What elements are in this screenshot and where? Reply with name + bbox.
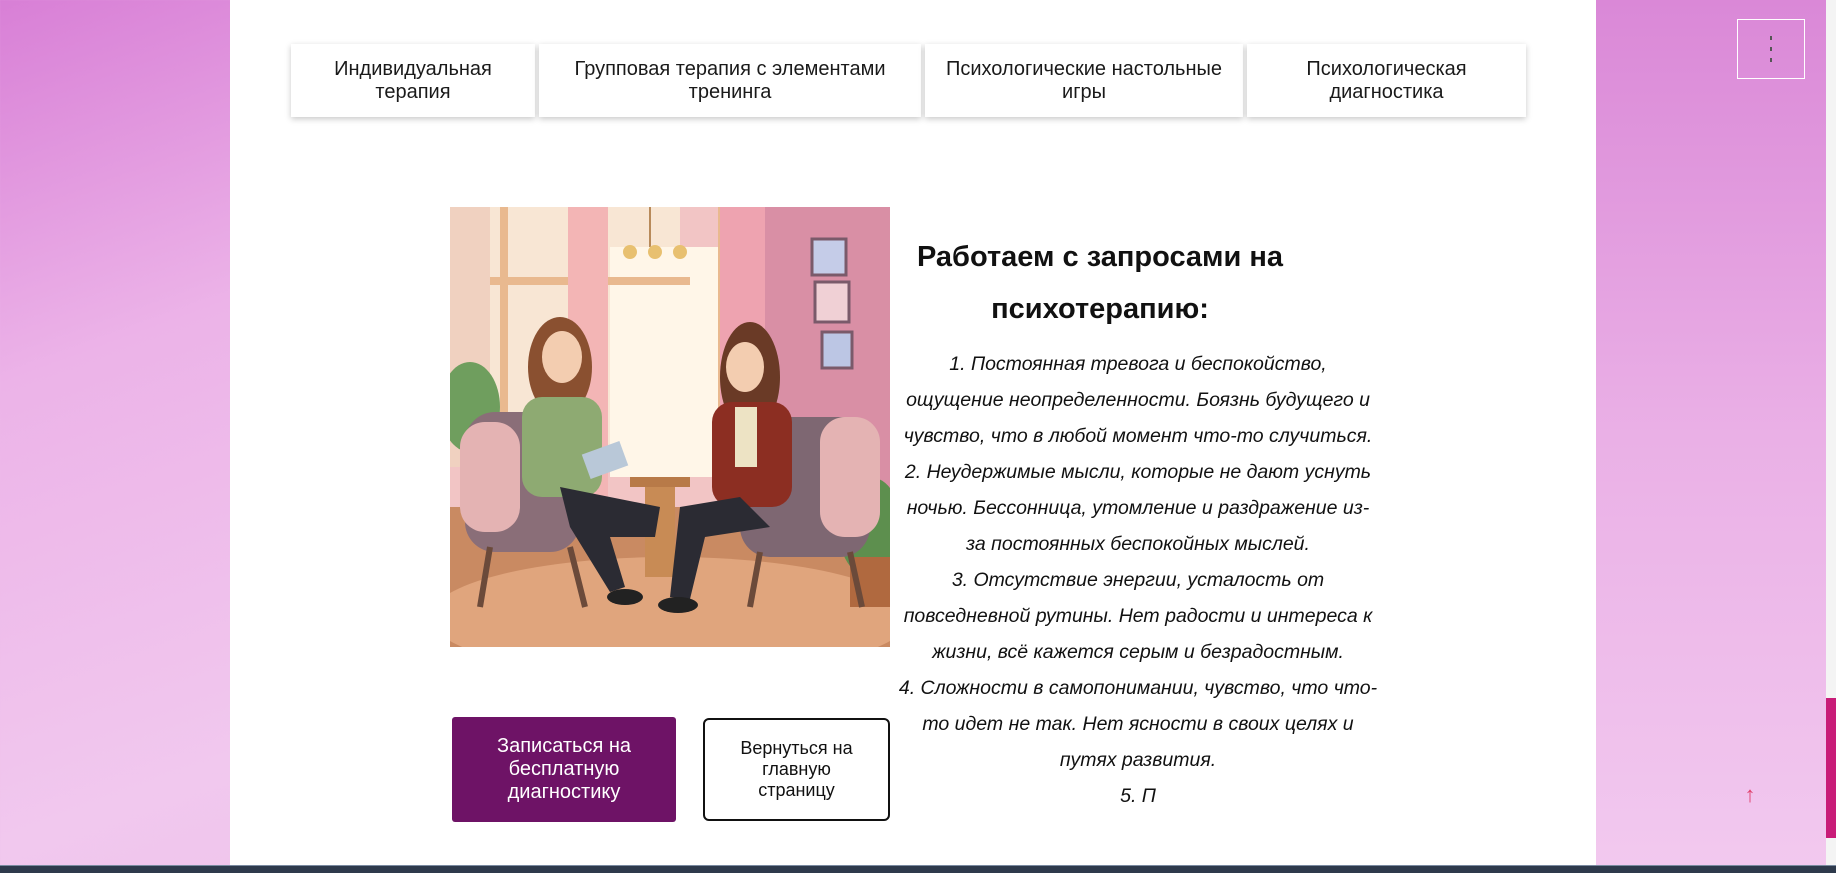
tab-group-therapy[interactable]: Групповая терапия с элементами тренинга: [539, 44, 921, 117]
tab-individual-therapy[interactable]: Индивидуальная терапия: [291, 44, 535, 117]
section-heading: Работаем с запросами на психотерапию:: [916, 241, 1284, 326]
request-item: 2. Неудержимые мысли, которые не дают ус…: [904, 461, 1372, 555]
vertical-dots-icon: [1770, 36, 1772, 62]
signup-diagnostics-button[interactable]: Записаться на бесплатную диагностику: [452, 717, 676, 822]
page-edge-strip: [1826, 0, 1836, 872]
tab-board-games[interactable]: Психологические настольные игры: [925, 44, 1243, 117]
page-background-right: [1596, 0, 1836, 872]
tab-diagnostics[interactable]: Психологическая диагностика: [1247, 44, 1526, 117]
edge-accent: [1826, 698, 1836, 838]
request-item: 4. Сложности в самопонимании, чувство, ч…: [898, 677, 1378, 771]
main-content-area: Индивидуальная терапия Групповая терапия…: [230, 0, 1596, 865]
services-tabs: Индивидуальная терапия Групповая терапия…: [291, 44, 1530, 117]
arrow-up-icon[interactable]: ↑: [1740, 780, 1760, 810]
request-item: 1. Постоянная тревога и беспокойство, ощ…: [903, 353, 1373, 447]
back-to-home-button[interactable]: Вернуться на главную страницу: [703, 718, 890, 821]
requests-list: 1. Постоянная тревога и беспокойство, ощ…: [898, 346, 1378, 814]
menu-button[interactable]: [1737, 19, 1805, 79]
request-item: 5. П: [1120, 785, 1156, 807]
therapy-session-illustration: [450, 207, 890, 647]
request-item: 3. Отсутствие энергии, усталость от повс…: [903, 569, 1373, 663]
